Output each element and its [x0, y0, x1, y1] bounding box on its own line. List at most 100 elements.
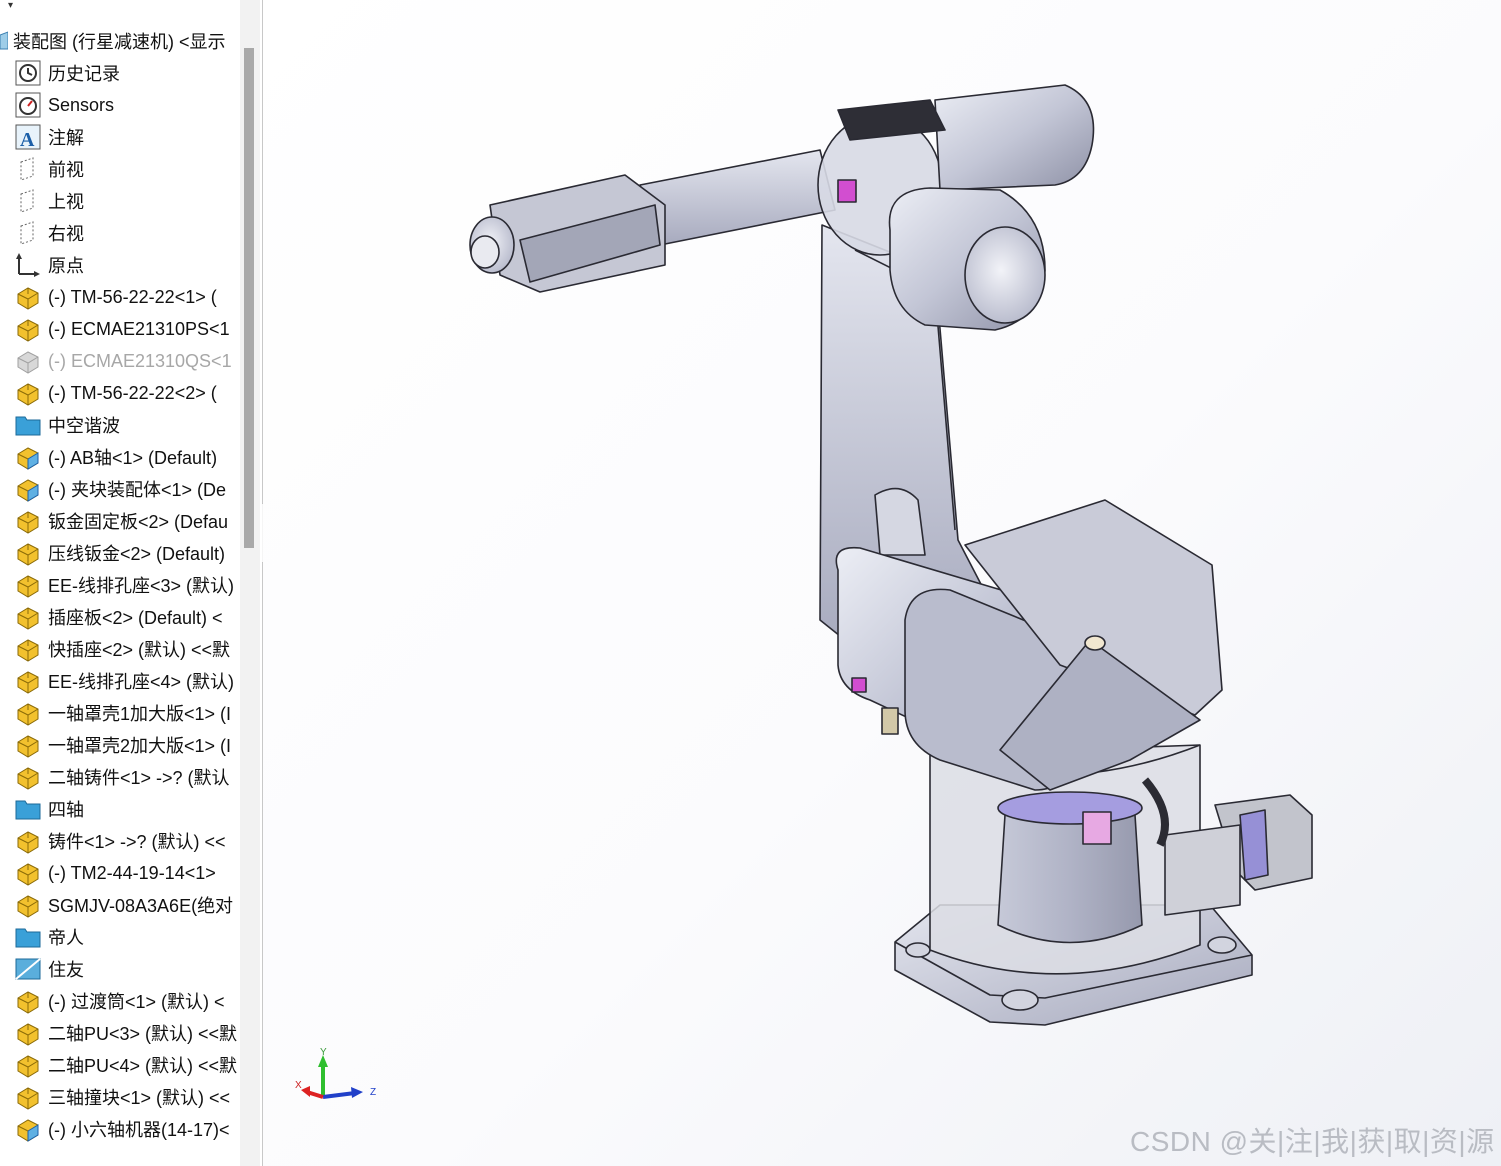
forearm-tube	[469, 149, 836, 293]
tree-item-label: 前视	[48, 160, 84, 180]
tree-item[interactable]: (-) TM-56-22-22<2> (	[14, 377, 240, 409]
tree-item[interactable]: 中空谐波	[14, 409, 240, 441]
tree-item-label: 帝人	[48, 928, 84, 948]
sensors-icon	[14, 91, 42, 119]
tree-item[interactable]: 右视	[14, 217, 240, 249]
history-icon	[14, 59, 42, 87]
tree-item-label: (-) ECMAE21310PS<1	[48, 318, 230, 339]
tree-item[interactable]: (-) AB轴<1> (Default)	[14, 441, 240, 473]
tree-item-label: 上视	[48, 192, 84, 212]
graphics-viewport[interactable]: Y Z X CSDN @关|注|我|获|取|资|源	[263, 0, 1501, 1166]
tree-item[interactable]: 钣金固定板<2> (Defau	[14, 505, 240, 537]
tree-item-label: 二轴PU<3> (默认) <<默	[48, 1024, 238, 1044]
tree-item-label: (-) 过渡筒<1> (默认) <	[48, 992, 225, 1012]
tree-item-label: 快插座<2> (默认) <<默	[48, 640, 231, 660]
plane-icon	[14, 187, 42, 215]
tree-scrollbar-thumb[interactable]	[244, 48, 254, 548]
tree-item[interactable]: 一轴罩壳2加大版<1> (I	[14, 729, 240, 761]
tree-item[interactable]: (-) ECMAE21310QS<1	[14, 345, 240, 377]
tree-item[interactable]: 上视	[14, 185, 240, 217]
tree-item[interactable]: 二轴PU<3> (默认) <<默	[14, 1017, 240, 1049]
tree-item[interactable]: A 注解	[14, 121, 240, 153]
tree-item[interactable]: Sensors	[14, 89, 240, 121]
tree-item[interactable]: (-) ECMAE21310PS<1	[14, 313, 240, 345]
tree-item-label: 插座板<2> (Default) <	[48, 608, 223, 628]
tree-item[interactable]: 前视	[14, 153, 240, 185]
folder-open-icon	[14, 955, 42, 983]
tree-item[interactable]: 历史记录	[14, 57, 240, 89]
part-icon	[14, 763, 42, 791]
folder-icon	[14, 795, 42, 823]
part-icon	[14, 315, 42, 343]
tree-item-label: 铸件<1> ->? (默认) <<	[48, 832, 226, 852]
part-suppressed-icon	[14, 347, 42, 375]
tree-item-label: (-) TM-56-22-22<1> (	[48, 286, 217, 307]
watermark-text: CSDN @关|注|我|获|取|资|源	[1130, 1126, 1495, 1157]
tree-item[interactable]: (-) TM2-44-19-14<1>	[14, 857, 240, 889]
tree-item-label: SGMJV-08A3A6E(绝对	[48, 896, 234, 916]
tree-item-label: 压线钣金<2> (Default)	[48, 544, 226, 564]
part-icon	[14, 827, 42, 855]
tree-item-label: 原点	[48, 256, 84, 276]
tree-item[interactable]: 一轴罩壳1加大版<1> (I	[14, 697, 240, 729]
tree-item[interactable]: 铸件<1> ->? (默认) <<	[14, 825, 240, 857]
tree-item[interactable]: 插座板<2> (Default) <	[14, 601, 240, 633]
part-icon	[14, 667, 42, 695]
elbow-motor	[888, 187, 1046, 331]
robot-arm-model[interactable]	[263, 0, 1501, 1166]
tree-root-assembly[interactable]: 装配图 (行星减速机) <显示	[0, 27, 240, 55]
part-icon	[14, 731, 42, 759]
tree-item[interactable]: EE-线排孔座<4> (默认)	[14, 665, 240, 697]
tree-item-label: (-) AB轴<1> (Default)	[48, 448, 218, 468]
tree-item-label: (-) TM-56-22-22<2> (	[48, 382, 217, 403]
tree-item-label: 右视	[48, 224, 84, 244]
tree-item[interactable]: SGMJV-08A3A6E(绝对	[14, 889, 240, 921]
axis-triad: Y Z X	[295, 1047, 376, 1099]
part-icon	[14, 891, 42, 919]
plane-icon	[14, 219, 42, 247]
triad-z-label: Z	[370, 1087, 376, 1098]
tree-item[interactable]: (-) 小六轴机器(14-17)<	[14, 1113, 240, 1145]
tree-item-label: EE-线排孔座<4> (默认)	[48, 672, 235, 692]
tree-item[interactable]: 二轴铸件<1> ->? (默认	[14, 761, 240, 793]
triad-y-label: Y	[320, 1047, 327, 1058]
tree-item-label: 一轴罩壳2加大版<1> (I	[48, 736, 232, 756]
part-icon	[14, 1083, 42, 1111]
tree-root-label: 装配图 (行星减速机) <显示	[13, 32, 226, 52]
assembly-root-icon	[0, 31, 9, 51]
folder-icon	[14, 923, 42, 951]
tree-item-label: 中空谐波	[48, 416, 120, 436]
tree-item-label: (-) TM2-44-19-14<1>	[48, 862, 216, 883]
tree-item-label: 注解	[48, 128, 84, 148]
tree-item[interactable]: EE-线排孔座<3> (默认)	[14, 569, 240, 601]
part-icon	[14, 987, 42, 1015]
folder-icon	[14, 411, 42, 439]
tree-item[interactable]: (-) 过渡筒<1> (默认) <	[14, 985, 240, 1017]
tree-item-label: EE-线排孔座<3> (默认)	[48, 576, 235, 596]
tree-item[interactable]: (-) TM-56-22-22<1> (	[14, 281, 240, 313]
tree-item[interactable]: 快插座<2> (默认) <<默	[14, 633, 240, 665]
tree-item-label: Sensors	[48, 94, 115, 115]
part-icon	[14, 1051, 42, 1079]
part-icon	[14, 571, 42, 599]
assembly-icon	[14, 475, 42, 503]
tree-item[interactable]: 三轴撞块<1> (默认) <<	[14, 1081, 240, 1113]
part-icon	[14, 507, 42, 535]
tree-item[interactable]: (-) 夹块装配体<1> (De	[14, 473, 240, 505]
tree-item-label: 一轴罩壳1加大版<1> (I	[48, 704, 232, 724]
tree-item[interactable]: 住友	[14, 953, 240, 985]
tree-item[interactable]: 四轴	[14, 793, 240, 825]
svg-text:A: A	[20, 129, 35, 150]
tree-item-label: (-) 小六轴机器(14-17)<	[48, 1120, 230, 1140]
tree-item[interactable]: 压线钣金<2> (Default)	[14, 537, 240, 569]
tree-item[interactable]: 原点	[14, 249, 240, 281]
plane-icon	[14, 155, 42, 183]
tree-item[interactable]: 帝人	[14, 921, 240, 953]
part-icon	[14, 539, 42, 567]
tree-item[interactable]: 二轴PU<4> (默认) <<默	[14, 1049, 240, 1081]
tree-collapse-arrow-icon[interactable]: ▾	[8, 0, 13, 11]
part-icon	[14, 859, 42, 887]
base-housing	[929, 744, 1313, 975]
tree-item-label: 住友	[48, 960, 84, 980]
tree-item-label: 二轴PU<4> (默认) <<默	[48, 1056, 238, 1076]
